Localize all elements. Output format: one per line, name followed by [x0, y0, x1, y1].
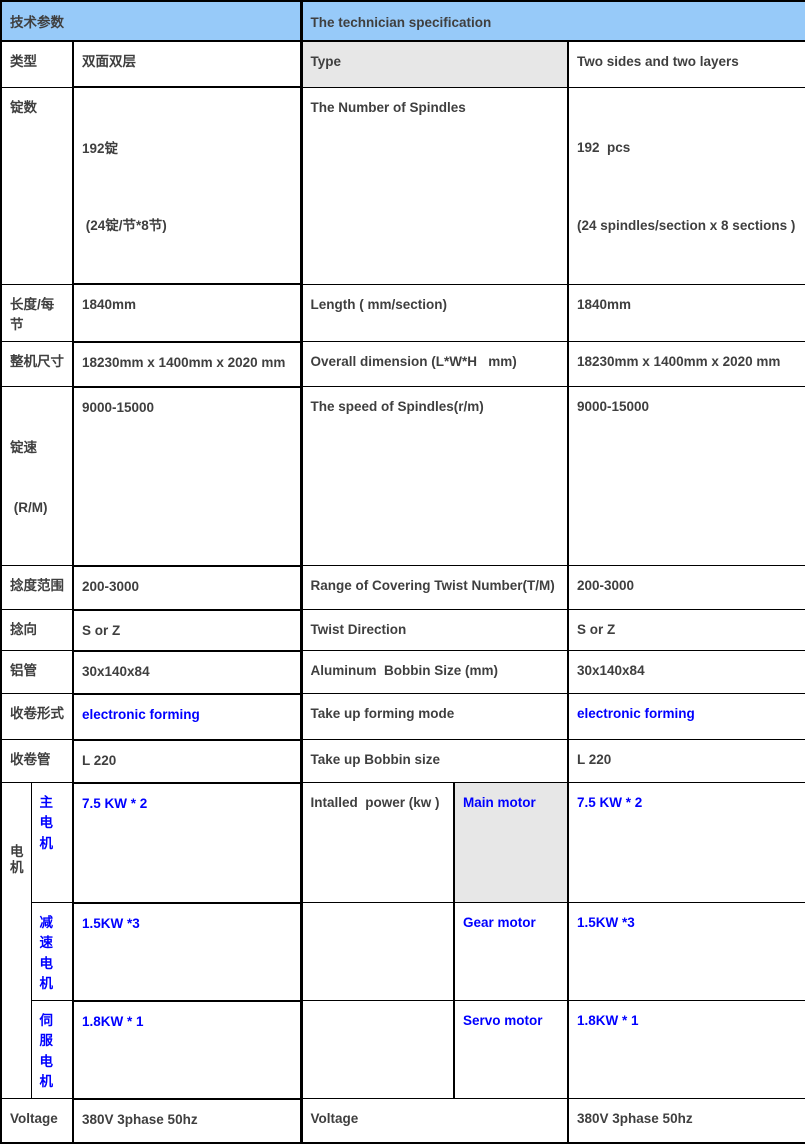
servo-motor-zh-sublabel: 伺服电机 — [31, 1001, 73, 1099]
row-spindles: 锭数 192锭 (24锭/节*8节) The Number of Spindle… — [1, 87, 805, 284]
takeup-bobbin-zh-label: 收卷管 — [1, 740, 73, 783]
dimension-zh-value: 18230mm x 1400mm x 2020 mm — [73, 342, 301, 387]
header-en: The technician specification — [301, 1, 805, 41]
speed-en-label: The speed of Spindles(r/m) — [301, 387, 568, 566]
speed-en-value: 9000-15000 — [568, 387, 805, 566]
servo-motor-en-sublabel: Servo motor — [454, 1001, 568, 1099]
row-servo-motor: 伺服电机 1.8KW * 1 Servo motor 1.8KW * 1 — [1, 1001, 805, 1099]
forming-mode-zh-label: 收卷形式 — [1, 694, 73, 740]
forming-mode-en-value: electronic forming — [568, 694, 805, 740]
spindles-en-label: The Number of Spindles — [301, 87, 568, 284]
row-dimension: 整机尺寸 18230mm x 1400mm x 2020 mm Overall … — [1, 342, 805, 387]
voltage-zh-value: 380V 3phase 50hz — [73, 1099, 301, 1143]
type-en-value: Two sides and two layers — [568, 41, 805, 87]
main-motor-zh-sublabel: 主电机 — [31, 783, 73, 903]
row-twist-direction: 捻向 S or Z Twist Direction S or Z — [1, 610, 805, 651]
twist-range-zh-label: 捻度范围 — [1, 566, 73, 610]
spindles-zh-label: 锭数 — [1, 87, 73, 284]
servo-motor-en-label-empty — [301, 1001, 454, 1099]
aluminum-bobbin-en-value: 30x140x84 — [568, 651, 805, 694]
row-voltage: Voltage 380V 3phase 50hz Voltage 380V 3p… — [1, 1099, 805, 1143]
forming-mode-zh-value: electronic forming — [73, 694, 301, 740]
voltage-en-value: 380V 3phase 50hz — [568, 1099, 805, 1143]
row-gear-motor: 减速电机 1.5KW *3 Gear motor 1.5KW *3 — [1, 903, 805, 1001]
header-row: 技术参数 The technician specification — [1, 1, 805, 41]
row-twist-range: 捻度范围 200-3000 Range of Covering Twist Nu… — [1, 566, 805, 610]
gear-motor-en-value: 1.5KW *3 — [568, 903, 805, 1001]
length-en-label: Length ( mm/section) — [301, 284, 568, 342]
aluminum-bobbin-en-label: Aluminum Bobbin Size (mm) — [301, 651, 568, 694]
takeup-bobbin-en-value: L 220 — [568, 740, 805, 783]
length-en-value: 1840mm — [568, 284, 805, 342]
main-motor-zh-value: 7.5 KW * 2 — [73, 783, 301, 903]
takeup-bobbin-zh-value: L 220 — [73, 740, 301, 783]
spindles-en-value-line2: (24 spindles/section x 8 sections ) — [577, 216, 799, 236]
spindles-en-value: 192 pcs (24 spindles/section x 8 section… — [568, 87, 805, 284]
length-zh-label: 长度/每节 — [1, 284, 73, 342]
speed-zh-label-line2: (R/M) — [10, 498, 66, 518]
spindles-zh-value-line2: (24锭/节*8节) — [82, 216, 294, 236]
length-zh-value: 1840mm — [73, 284, 301, 342]
row-aluminum-bobbin: 铝管 30x140x84 Aluminum Bobbin Size (mm) 3… — [1, 651, 805, 694]
dimension-en-label: Overall dimension (L*W*H mm) — [301, 342, 568, 387]
aluminum-bobbin-zh-value: 30x140x84 — [73, 651, 301, 694]
motor-group-label-text: 电机 — [10, 844, 24, 878]
dimension-zh-label: 整机尺寸 — [1, 342, 73, 387]
spindles-en-value-line1: 192 pcs — [577, 138, 799, 158]
forming-mode-en-label: Take up forming mode — [301, 694, 568, 740]
speed-zh-label: 锭速 (R/M) — [1, 387, 73, 566]
speed-zh-label-line1: 锭速 — [10, 438, 66, 458]
gear-motor-en-label-empty — [301, 903, 454, 1001]
twist-direction-en-label: Twist Direction — [301, 610, 568, 651]
twist-range-zh-value: 200-3000 — [73, 566, 301, 610]
speed-zh-value: 9000-15000 — [73, 387, 301, 566]
twist-direction-zh-value: S or Z — [73, 610, 301, 651]
row-forming-mode: 收卷形式 electronic forming Take up forming … — [1, 694, 805, 740]
spec-table: 技术参数 The technician specification 类型 双面双… — [0, 0, 805, 1144]
servo-motor-en-value: 1.8KW * 1 — [568, 1001, 805, 1099]
twist-range-en-value: 200-3000 — [568, 566, 805, 610]
aluminum-bobbin-zh-label: 铝管 — [1, 651, 73, 694]
gear-motor-en-sublabel: Gear motor — [454, 903, 568, 1001]
dimension-en-value: 18230mm x 1400mm x 2020 mm — [568, 342, 805, 387]
twist-direction-en-value: S or Z — [568, 610, 805, 651]
spindles-zh-value-line1: 192锭 — [82, 139, 294, 159]
twist-direction-zh-label: 捻向 — [1, 610, 73, 651]
main-motor-en-value: 7.5 KW * 2 — [568, 783, 805, 903]
row-length: 长度/每节 1840mm Length ( mm/section) 1840mm — [1, 284, 805, 342]
row-spindle-speed: 锭速 (R/M) 9000-15000 The speed of Spindle… — [1, 387, 805, 566]
type-en-label: Type — [301, 41, 568, 87]
row-takeup-bobbin: 收卷管 L 220 Take up Bobbin size L 220 — [1, 740, 805, 783]
main-motor-en-sublabel: Main motor — [454, 783, 568, 903]
motor-group-label: 电机 — [1, 783, 31, 1099]
servo-motor-zh-value: 1.8KW * 1 — [73, 1001, 301, 1099]
installed-power-en-label: Intalled power (kw ) — [301, 783, 454, 903]
gear-motor-zh-sublabel: 减速电机 — [31, 903, 73, 1001]
takeup-bobbin-en-label: Take up Bobbin size — [301, 740, 568, 783]
type-zh-label: 类型 — [1, 41, 73, 87]
voltage-en-label: Voltage — [301, 1099, 568, 1143]
row-main-motor: 电机 主电机 7.5 KW * 2 Intalled power (kw ) M… — [1, 783, 805, 903]
twist-range-en-label: Range of Covering Twist Number(T/M) — [301, 566, 568, 610]
row-type: 类型 双面双层 Type Two sides and two layers — [1, 41, 805, 87]
type-zh-value: 双面双层 — [73, 41, 301, 87]
voltage-zh-label: Voltage — [1, 1099, 73, 1143]
spindles-zh-value: 192锭 (24锭/节*8节) — [73, 87, 301, 284]
gear-motor-zh-value: 1.5KW *3 — [73, 903, 301, 1001]
header-zh: 技术参数 — [1, 1, 301, 41]
